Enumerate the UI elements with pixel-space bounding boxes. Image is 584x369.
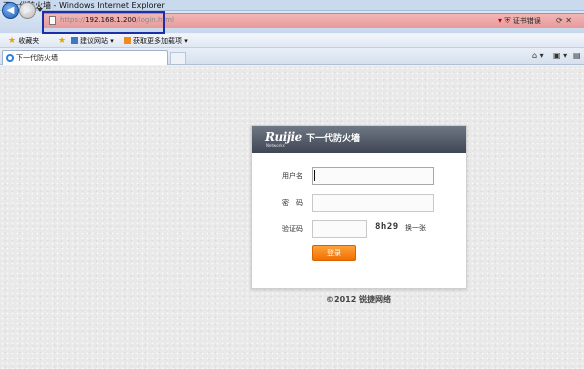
login-button[interactable]: 登录 [312, 245, 356, 261]
password-input[interactable] [312, 194, 434, 212]
certificate-error-button[interactable]: ▾ ⛨ 证书错误 [498, 15, 541, 27]
favorites-label: 收藏夹 [18, 37, 40, 45]
refresh-icon[interactable]: ⟳ [556, 16, 563, 25]
captcha-label: 验证码 [282, 225, 303, 233]
forward-button[interactable]: ▶ [19, 2, 36, 19]
favorites-button[interactable]: ★ 收藏夹 [8, 34, 39, 48]
suggested-sites-label: 建议网站 ▾ [80, 37, 114, 45]
address-tools: ⟳ ✕ [556, 15, 572, 26]
feeds-icon[interactable]: ▣ ▾ [553, 50, 567, 62]
shield-warning-icon: ▾ ⛨ [498, 16, 511, 25]
username-input[interactable] [312, 167, 434, 185]
ie-icon [6, 54, 14, 62]
logo-subtext: Networks [266, 143, 285, 148]
tab-label: 下一代防火墙 [16, 54, 58, 62]
home-icon[interactable]: ⌂ ▾ [532, 50, 544, 62]
stop-icon[interactable]: ✕ [565, 16, 572, 25]
url-highlight-box [42, 11, 165, 34]
get-addons-link[interactable]: 获取更多加载项 ▾ [124, 34, 188, 48]
login-header: Ruijie Networks 下一代防火墙 [252, 126, 466, 153]
arrow-right-icon: ▶ [23, 5, 32, 16]
text-caret [314, 170, 315, 181]
arrow-left-icon: ◀ [6, 5, 15, 16]
password-label: 密 码 [282, 199, 303, 207]
add-star-icon: ★ [58, 36, 67, 46]
tab-bar: 下一代防火墙 [0, 48, 584, 65]
new-tab-button[interactable] [170, 52, 186, 64]
refresh-captcha-link[interactable]: 换一张 [405, 223, 426, 233]
captcha-image: 8h29 [375, 222, 399, 232]
star-icon: ★ [8, 36, 17, 46]
window-title-bar: 下一代防火墙 - Windows Internet Explorer [0, 0, 584, 11]
tab-firewall[interactable]: 下一代防火墙 [2, 50, 168, 65]
page-icon [71, 37, 78, 44]
copyright-text: ©2012 锐捷网络 [326, 295, 392, 304]
suggested-sites-link[interactable]: 建议网站 ▾ [71, 34, 114, 48]
print-icon[interactable]: ▤ [573, 50, 581, 62]
favorites-bar: ★ 收藏夹 ★ 建议网站 ▾ 获取更多加载项 ▾ [0, 34, 584, 48]
get-addons-label: 获取更多加载项 ▾ [133, 37, 188, 45]
certificate-error-label: 证书错误 [512, 17, 541, 25]
addon-icon [124, 37, 131, 44]
username-label: 用户名 [282, 172, 303, 180]
login-title: 下一代防火墙 [306, 134, 361, 144]
back-button[interactable]: ◀ [2, 2, 19, 19]
captcha-input[interactable] [312, 220, 367, 238]
ruijie-logo: Ruijie [265, 130, 302, 144]
add-favorite-button[interactable]: ★ [58, 34, 66, 48]
